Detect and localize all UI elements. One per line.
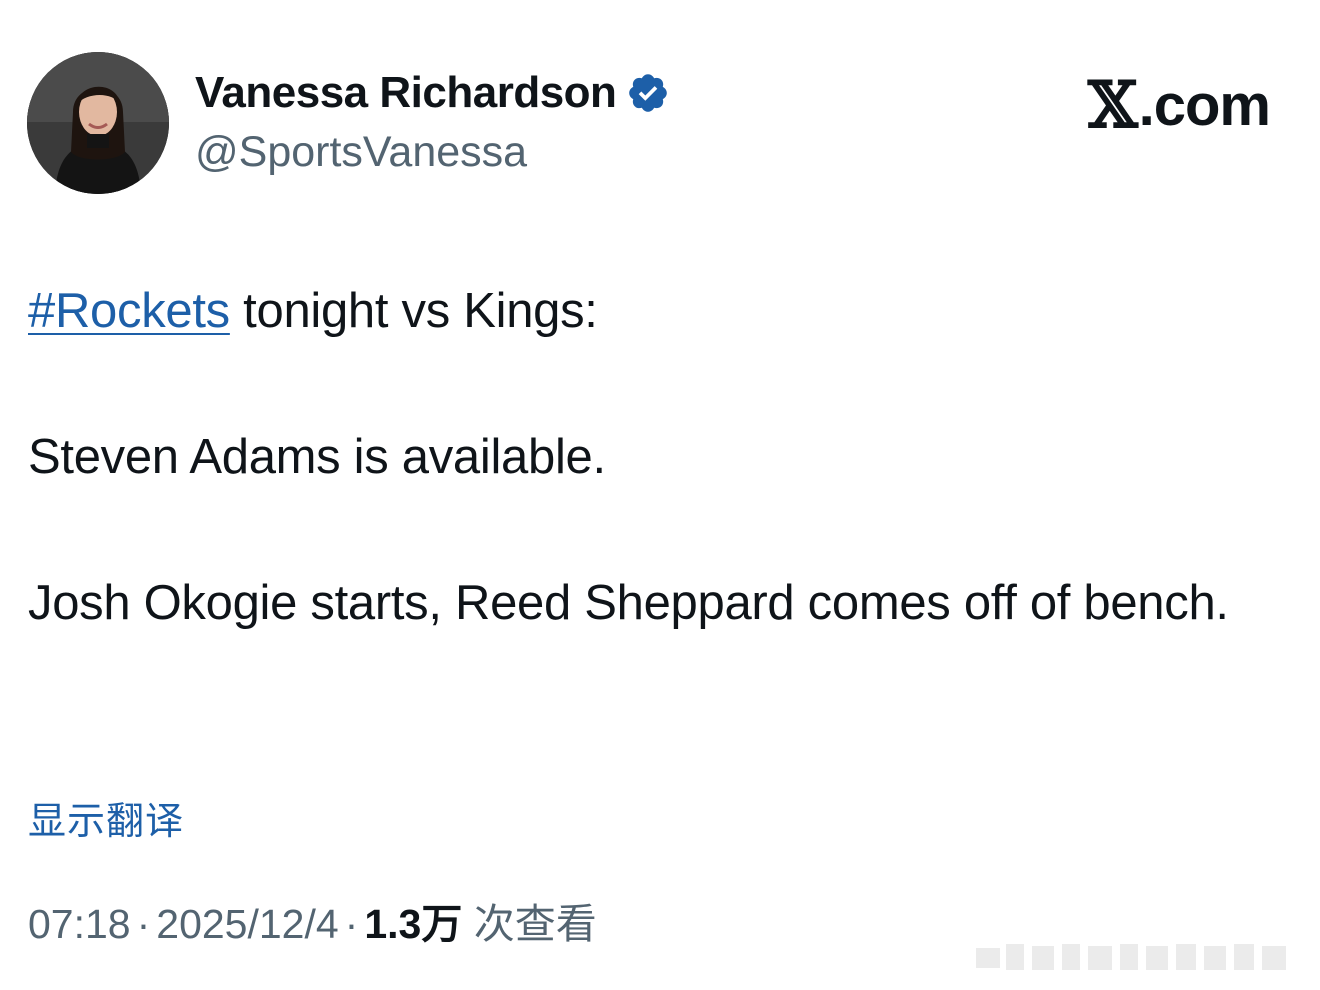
views-count: 1.3万 [364, 901, 463, 947]
tweet-date[interactable]: 2025/12/4 [156, 901, 338, 947]
avatar-photo [27, 52, 169, 194]
author-display-name[interactable]: Vanessa Richardson [195, 68, 617, 118]
x-logo-icon: 𝕏 [1087, 68, 1138, 143]
tweet-line-2: Steven Adams is available. [28, 430, 606, 484]
meta-separator: · [344, 901, 359, 947]
author-handle[interactable]: @SportsVanessa [195, 128, 670, 177]
author-block: Vanessa Richardson @SportsVanessa [195, 64, 670, 177]
site-logo: 𝕏 .com [1087, 68, 1271, 143]
tweet-text: #Rockets tonight vs Kings: Steven Adams … [28, 276, 1278, 639]
hashtag-link[interactable]: #Rockets [28, 284, 230, 338]
verified-badge-icon [626, 71, 670, 115]
tweet-line-3: Josh Okogie starts, Reed Sheppard comes … [28, 576, 1229, 630]
meta-separator: · [136, 901, 151, 947]
show-translation-link[interactable]: 显示翻译 [28, 790, 184, 845]
tweet-line-1: #Rockets tonight vs Kings: [28, 276, 1278, 347]
views-label: 次查看 [462, 901, 597, 947]
tweet-meta: 07:18 · 2025/12/4 · 1.3万 次查看 [28, 890, 597, 950]
author-name-row: Vanessa Richardson [195, 64, 670, 122]
avatar[interactable] [27, 52, 169, 194]
tweet-line-1-text: tonight vs Kings: [229, 284, 598, 338]
site-logo-text: .com [1138, 73, 1271, 138]
tweet-time[interactable]: 07:18 [28, 901, 131, 947]
watermark-image [976, 934, 1306, 976]
